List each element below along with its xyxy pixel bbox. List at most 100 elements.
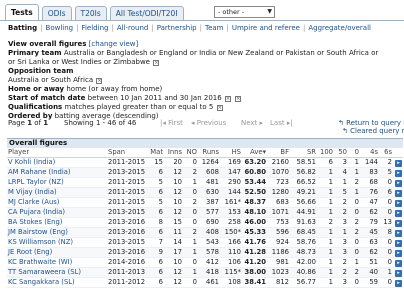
cell-player[interactable]: JM Bairstow (Eng) <box>7 227 107 238</box>
player-details-icon[interactable]: ▸ <box>395 240 402 247</box>
cell-hundreds: 2 <box>317 217 334 228</box>
col-ave[interactable]: Ave▾ <box>242 148 267 158</box>
change-view-link[interactable]: [change view] <box>89 40 139 48</box>
cell-ave: 53.44 <box>242 177 267 188</box>
nav-all-round[interactable]: All-round <box>117 24 149 32</box>
col-player[interactable]: Player <box>7 148 107 158</box>
cell-bf: 723 <box>267 177 290 188</box>
cell-sixes: 0 <box>379 207 393 218</box>
col-sr[interactable]: SR <box>290 148 317 158</box>
col-mat[interactable]: Mat <box>147 148 164 158</box>
player-details-icon[interactable]: ▸ <box>395 170 402 177</box>
cell-span: 2011-2015 <box>107 177 147 188</box>
cell-sr: 48.73 <box>290 247 317 258</box>
player-details-icon[interactable]: ▸ <box>395 160 402 167</box>
format-select[interactable]: - other - ▼ <box>214 6 275 18</box>
player-details-icon[interactable]: ▸ <box>395 280 402 287</box>
col-100[interactable]: 100 <box>317 148 334 158</box>
nav-fielding[interactable]: Fielding <box>81 24 108 32</box>
cell-player[interactable]: TT Samaraweera (SL) <box>7 267 107 278</box>
cell-player[interactable]: BA Stokes (Eng) <box>7 217 107 228</box>
cell-player[interactable]: MJ Clarke (Aus) <box>7 197 107 208</box>
cell-player[interactable]: AM Rahane (India) <box>7 167 107 178</box>
last-page-link[interactable]: Last ▸| <box>270 119 293 127</box>
nav-bowling[interactable]: Bowling <box>46 24 74 32</box>
cell-player[interactable]: KC Sangakkara (SL) <box>7 277 107 288</box>
cell-sixes: 13 <box>379 217 393 228</box>
cell-bf: 596 <box>267 227 290 238</box>
nav-umpire-referee[interactable]: Umpire and referee <box>232 24 300 32</box>
cell-fours: 83 <box>360 167 379 178</box>
cell-ducks: 2 <box>348 177 360 188</box>
player-details-icon[interactable]: ▸ <box>395 190 402 197</box>
cell-player[interactable]: CA Pujara (India) <box>7 207 107 218</box>
cell-player[interactable]: M Vijay (India) <box>7 187 107 198</box>
table-row: KS Williamson (NZ) 2013-2015 7 14 1 543 166 41.… <box>7 237 403 248</box>
cell-sr: 56.66 <box>290 197 317 208</box>
player-details-icon[interactable]: ▸ <box>395 270 402 277</box>
player-details-icon[interactable]: ▸ <box>395 220 402 227</box>
previous-page-link[interactable]: ◂ Previous <box>191 119 226 127</box>
cell-runs: 1264 <box>198 157 220 168</box>
return-to-query-link[interactable]: ↰ Return to query menu <box>338 119 404 127</box>
table-row: KC Sangakkara (SL) 2011-2012 6 12 0 461 108 38.… <box>7 277 403 288</box>
remove-filter-icon[interactable]: × <box>235 96 242 102</box>
col-inns[interactable]: Inns <box>164 148 183 158</box>
cell-bf: 981 <box>267 257 290 268</box>
col-6s[interactable]: 6s <box>379 148 393 158</box>
col-0[interactable]: 0 <box>348 148 360 158</box>
first-page-link[interactable]: |◂ First <box>160 119 183 127</box>
cell-span: 2011-2015 <box>107 157 147 168</box>
table-row: KC Brathwaite (WI) 2014-2016 6 10 0 412 106 41.… <box>7 257 403 268</box>
cell-player[interactable]: JE Root (Eng) <box>7 247 107 258</box>
cell-mat: 8 <box>147 217 164 228</box>
player-details-icon[interactable]: ▸ <box>395 250 402 257</box>
cell-runs: 461 <box>198 277 220 288</box>
player-details-icon[interactable]: ▸ <box>395 200 402 207</box>
cell-fifties: 3 <box>334 277 348 288</box>
cell-player[interactable]: LRPL Taylor (NZ) <box>7 177 107 188</box>
cell-hundreds: 1 <box>317 267 334 278</box>
tab-t20is[interactable]: T20Is <box>74 6 107 20</box>
col-runs[interactable]: Runs <box>198 148 220 158</box>
home-away-label: Home or away <box>8 85 65 93</box>
remove-filter-icon[interactable]: × <box>216 105 223 111</box>
cell-bf: 924 <box>267 237 290 248</box>
remove-filter-icon[interactable]: × <box>96 78 103 84</box>
col-span[interactable]: Span <box>107 148 147 158</box>
player-details-icon[interactable]: ▸ <box>395 260 402 267</box>
col-4s[interactable]: 4s <box>360 148 379 158</box>
player-details-icon[interactable]: ▸ <box>395 180 402 187</box>
cell-hundreds: 1 <box>317 167 334 178</box>
col-no[interactable]: NO <box>183 148 198 158</box>
col-hs[interactable]: HS <box>220 148 242 158</box>
cell-player[interactable]: KS Williamson (NZ) <box>7 237 107 248</box>
cell-sixes: 0 <box>379 197 393 208</box>
cell-mat: 6 <box>147 267 164 278</box>
nav-partnership[interactable]: Partnership <box>157 24 197 32</box>
col-bf[interactable]: BF <box>267 148 290 158</box>
cleared-query-link[interactable]: ↰ Cleared query menu <box>342 127 404 135</box>
cell-hundreds: 1 <box>317 257 334 268</box>
cell-mat: 9 <box>147 247 164 258</box>
cell-inns: 11 <box>164 227 183 238</box>
cell-player[interactable]: KC Brathwaite (WI) <box>7 257 107 268</box>
opposition-label: Opposition team <box>8 67 74 75</box>
cell-mat: 6 <box>147 227 164 238</box>
remove-filter-icon[interactable]: × <box>153 60 160 66</box>
player-details-icon[interactable]: ▸ <box>395 210 402 217</box>
format-select-value: - other - <box>218 8 245 16</box>
next-page-link[interactable]: Next ▸ <box>241 119 263 127</box>
nav-team[interactable]: Team <box>205 24 224 32</box>
tab-tests[interactable]: Tests <box>5 4 39 20</box>
cell-fours: 144 <box>360 157 379 168</box>
cell-inns: 15 <box>164 217 183 228</box>
tab-all-formats[interactable]: All Test/ODI/T20I <box>109 6 184 20</box>
nav-aggregate[interactable]: Aggregate/overall <box>308 24 371 32</box>
tab-odis[interactable]: ODIs <box>41 6 72 20</box>
remove-filter-icon[interactable]: × <box>224 96 231 102</box>
col-50[interactable]: 50 <box>334 148 348 158</box>
cell-player[interactable]: V Kohli (India) <box>7 157 107 168</box>
nav-batting[interactable]: Batting <box>8 24 37 32</box>
player-details-icon[interactable]: ▸ <box>395 230 402 237</box>
